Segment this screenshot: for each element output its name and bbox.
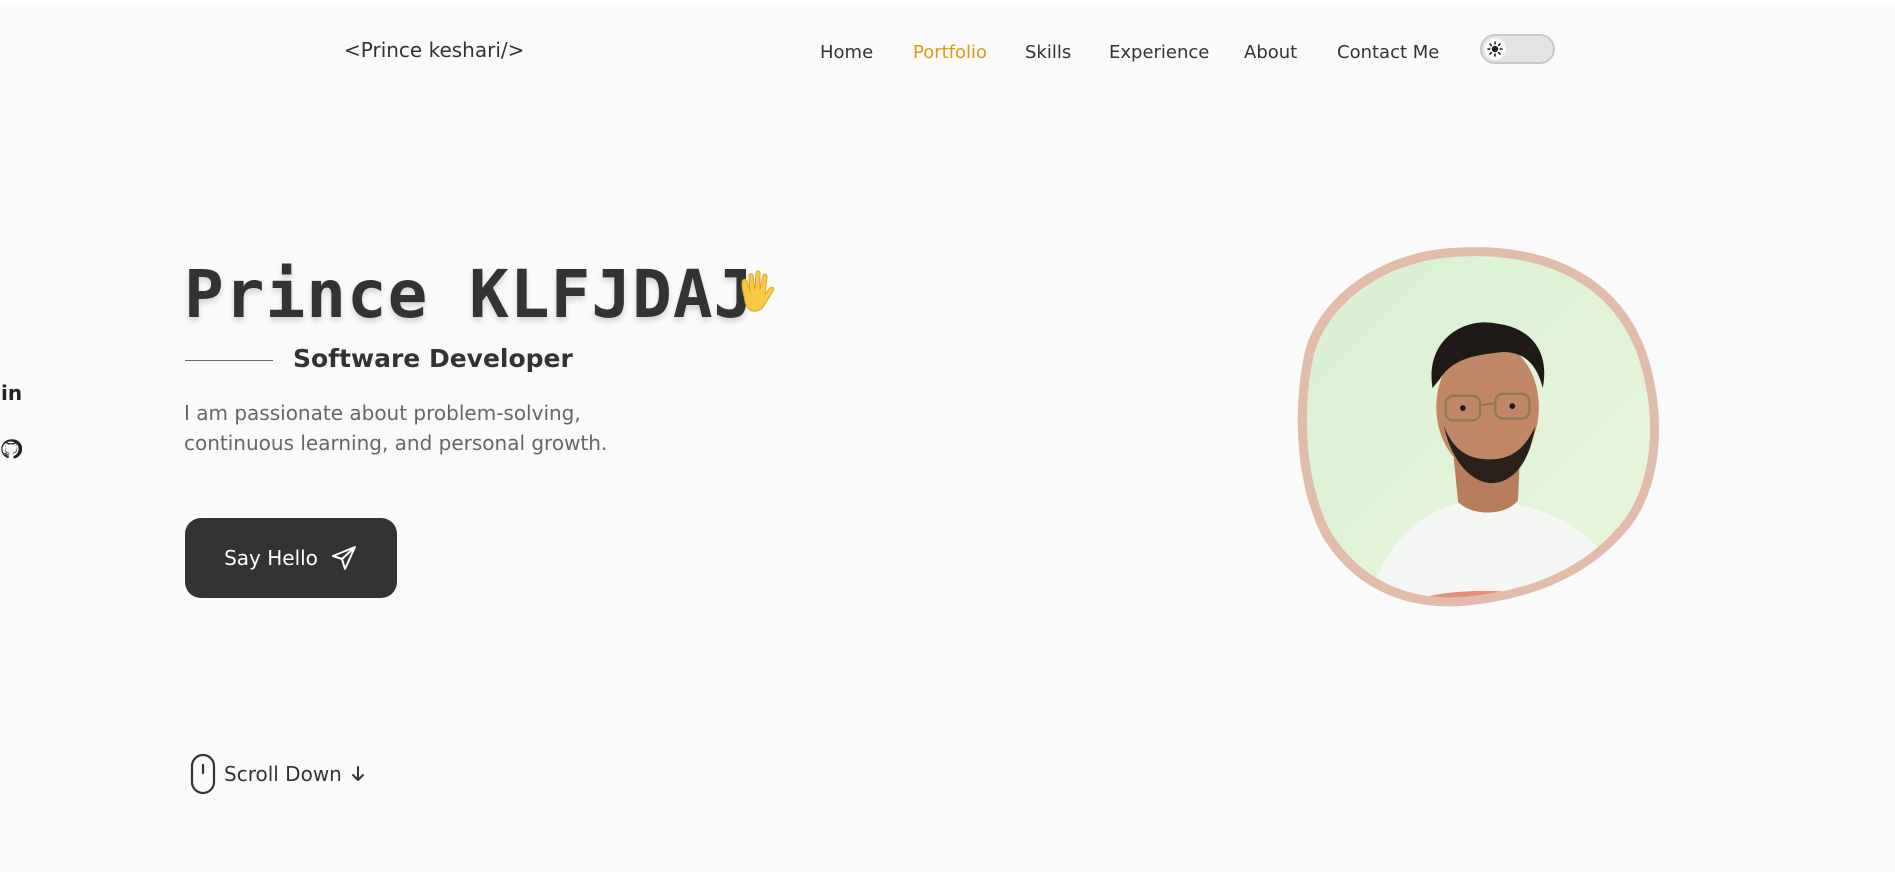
scroll-down-label: Scroll Down (224, 762, 342, 786)
say-hello-label: Say Hello (224, 546, 318, 570)
send-icon (331, 546, 356, 570)
theme-toggle-knob (1484, 38, 1506, 60)
nav-skills[interactable]: Skills (1025, 42, 1071, 63)
waving-hand-icon (741, 270, 775, 312)
main-nav: Home Portfolio Skills Experience About C… (0, 42, 1895, 66)
profile-portrait (1297, 247, 1660, 607)
hero-description: I am passionate about problem-solving, c… (184, 401, 608, 455)
svg-text:in: in (1, 382, 22, 404)
mouse-icon (190, 753, 216, 795)
scroll-down-link[interactable]: Scroll Down (190, 752, 366, 796)
nav-home[interactable]: Home (820, 42, 873, 63)
hero-name: Prince KLFJDAJ (184, 256, 755, 333)
github-icon (1, 439, 23, 459)
page: <Prince keshari/> Home Portfolio Skills … (0, 4, 1895, 872)
theme-toggle[interactable] (1480, 34, 1555, 64)
linkedin-link[interactable]: in (0, 381, 22, 408)
nav-experience[interactable]: Experience (1109, 42, 1209, 63)
github-link[interactable] (0, 438, 23, 464)
arrow-down-icon (351, 766, 364, 781)
nav-portfolio[interactable]: Portfolio (913, 42, 987, 63)
nav-about[interactable]: About (1244, 42, 1297, 63)
sun-icon (1487, 41, 1503, 57)
hero-subtitle: Software Developer (293, 344, 573, 373)
subtitle-divider (185, 360, 273, 361)
linkedin-icon: in (1, 381, 22, 405)
say-hello-button[interactable]: Say Hello (185, 518, 397, 598)
nav-contact-me[interactable]: Contact Me (1337, 42, 1439, 63)
